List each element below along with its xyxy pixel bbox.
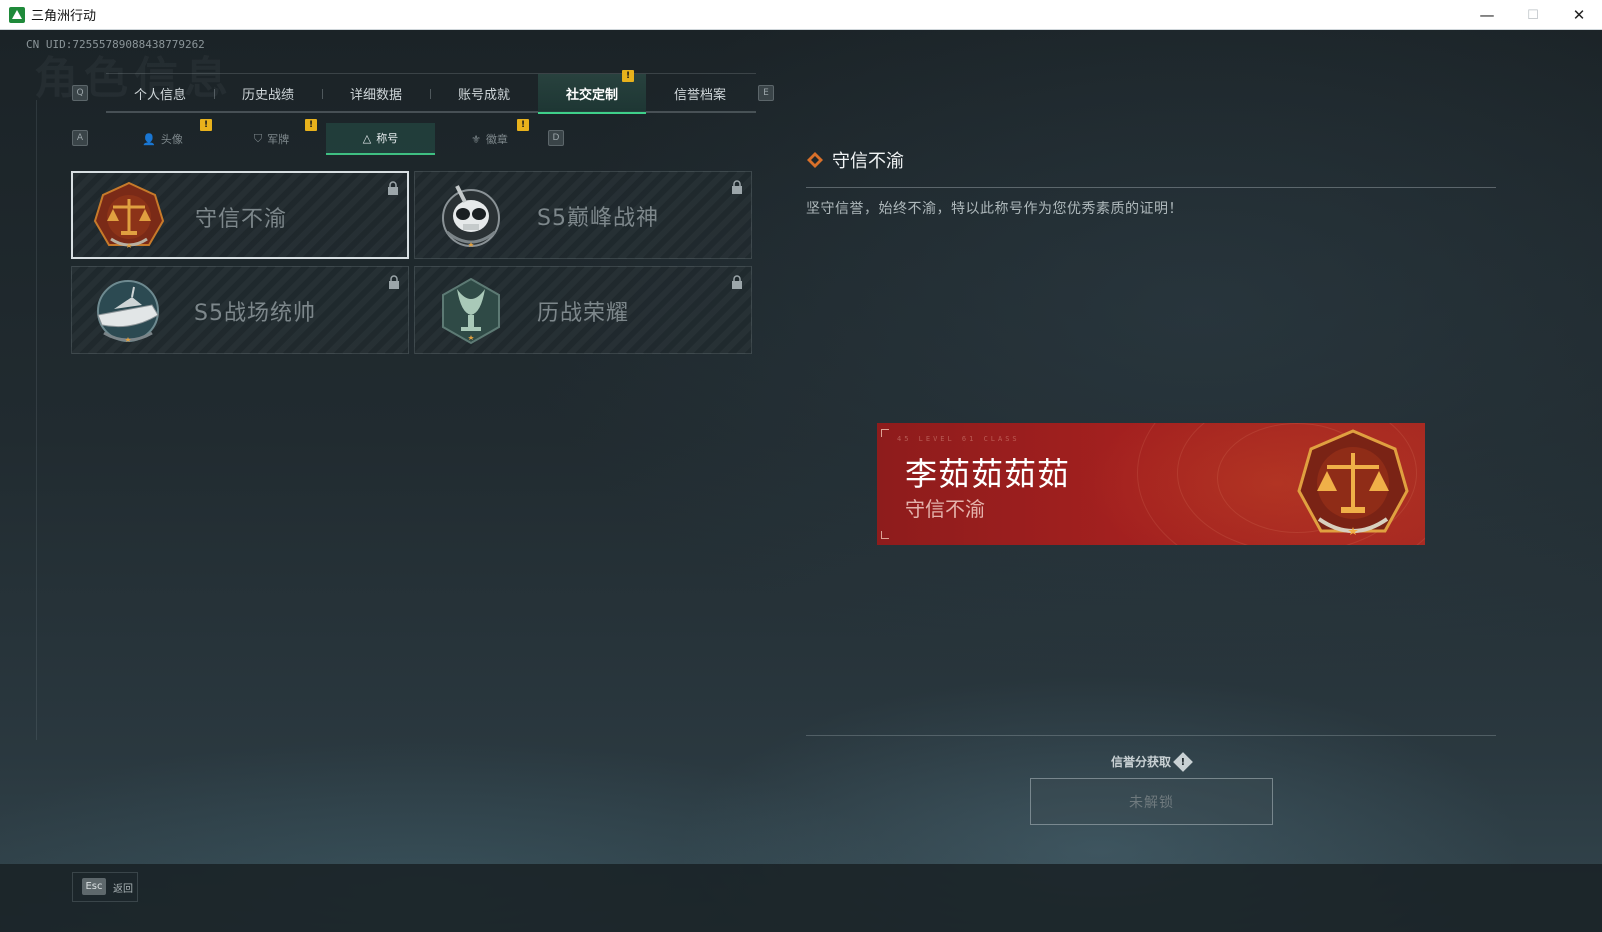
game-screen: 角色信息 CN UID:7255578908843877926​2 Q 个人信息… bbox=[0, 30, 1602, 932]
unlock-source-label: 信誉分获取 bbox=[1111, 755, 1172, 769]
tab-detailed-stats[interactable]: 详细数据 bbox=[322, 74, 430, 112]
tab-match-history[interactable]: 历史战绩 bbox=[214, 74, 322, 112]
detail-title: 守信不渝 bbox=[832, 151, 904, 172]
lock-icon bbox=[389, 275, 399, 289]
nameplate-player-name: 李茹茹茹茹 bbox=[905, 455, 1071, 493]
detail-bottom-divider bbox=[806, 735, 1496, 736]
nameplate-corner bbox=[881, 531, 889, 539]
title-card-label: 守信不渝 bbox=[195, 207, 288, 232]
tab-credit-record[interactable]: 信誉档案 bbox=[646, 74, 754, 112]
boat-emblem-icon bbox=[97, 280, 159, 342]
window-controls: — ☐ ✕ bbox=[1464, 0, 1602, 30]
nameplate-corner bbox=[881, 429, 889, 437]
title-card-battle-glory[interactable]: 历战荣耀 bbox=[414, 266, 752, 354]
subtab-avatar-alert-badge: ! bbox=[200, 119, 212, 131]
badge-icon: ⚜ bbox=[471, 132, 481, 146]
unlock-button[interactable]: 未解锁 bbox=[1030, 778, 1273, 825]
esc-key-chip: Esc bbox=[82, 878, 106, 895]
subtab-title-label: 称号 bbox=[376, 132, 399, 145]
title-card-s5-peak-warrior[interactable]: S5巅峰战神 bbox=[414, 171, 752, 259]
title-card-trustworthy[interactable]: 守信不渝 bbox=[71, 171, 409, 259]
window-titlebar: 三角洲行动 — ☐ ✕ bbox=[0, 0, 1602, 30]
subtab-dogtag-alert-badge: ! bbox=[305, 119, 317, 131]
subtab-badge-label: 徽章 bbox=[485, 133, 508, 146]
prev-tab-key[interactable]: Q bbox=[72, 85, 88, 101]
triangle-icon: △ bbox=[362, 131, 372, 145]
tab-alert-badge: ! bbox=[622, 70, 634, 82]
lock-icon bbox=[388, 181, 398, 195]
lock-icon bbox=[732, 275, 742, 289]
sub-tabs: 👤 头像 ⛉ 军牌 △ 称号 ⚜ 徽章 bbox=[108, 123, 544, 155]
scales-emblem-icon bbox=[1297, 429, 1409, 535]
subtab-badge-alert-badge: ! bbox=[517, 119, 529, 131]
nameplate-title: 守信不渝 bbox=[905, 497, 985, 521]
info-icon[interactable]: ! bbox=[1173, 751, 1193, 772]
title-card-label: S5战场统帅 bbox=[194, 301, 316, 326]
lock-icon bbox=[732, 180, 742, 194]
nameplate-tiny-text: 45 LEVEL 61 CLASS bbox=[897, 435, 1020, 443]
dogtag-icon: ⛉ bbox=[253, 132, 263, 145]
title-card-s5-battlefield-commander[interactable]: S5战场统帅 bbox=[71, 266, 409, 354]
subtab-avatar-label: 头像 bbox=[160, 133, 183, 146]
detail-header: 守信不渝 bbox=[806, 145, 1496, 175]
detail-divider bbox=[806, 187, 1496, 188]
tab-achievements[interactable]: 账号成就 bbox=[430, 74, 538, 112]
minimize-button[interactable]: — bbox=[1464, 0, 1510, 30]
main-tabs: 个人信息 历史战绩 详细数据 账号成就 社交定制 信誉档案 bbox=[106, 73, 756, 114]
skull-emblem-icon bbox=[442, 185, 500, 247]
prev-subtab-key[interactable]: A bbox=[72, 130, 88, 146]
title-card-label: S5巅峰战神 bbox=[537, 206, 659, 231]
next-subtab-key[interactable]: D bbox=[548, 130, 564, 146]
back-label: 返回 bbox=[113, 884, 133, 895]
window-title: 三角洲行动 bbox=[31, 9, 97, 24]
nameplate-preview: 45 LEVEL 61 CLASS 李茹茹茹茹 守信不渝 bbox=[877, 423, 1425, 545]
trophy-emblem-icon bbox=[442, 277, 500, 345]
scales-emblem-icon bbox=[93, 181, 165, 248]
footer-bar: Esc 返回 bbox=[0, 864, 1602, 932]
diamond-marker-icon bbox=[807, 152, 823, 168]
close-button[interactable]: ✕ bbox=[1556, 0, 1602, 30]
title-card-label: 历战荣耀 bbox=[537, 301, 630, 326]
next-tab-key[interactable]: E bbox=[758, 85, 774, 101]
decorative-line bbox=[36, 100, 37, 740]
tab-personal-info[interactable]: 个人信息 bbox=[106, 74, 214, 112]
player-uid: CN UID:7255578908843877926​2 bbox=[26, 38, 205, 51]
app-logo-icon bbox=[9, 6, 25, 23]
subtab-dogtag-label: 军牌 bbox=[267, 133, 290, 146]
person-icon: 👤 bbox=[142, 132, 156, 146]
detail-description: 坚守信誉，始终不渝，特以此称号作为您优秀素质的证明！ bbox=[806, 201, 1183, 217]
maximize-button[interactable]: ☐ bbox=[1510, 0, 1556, 30]
subtab-title[interactable]: △ 称号 bbox=[326, 123, 435, 155]
unlock-source: 信誉分获取 ! bbox=[1111, 751, 1193, 772]
